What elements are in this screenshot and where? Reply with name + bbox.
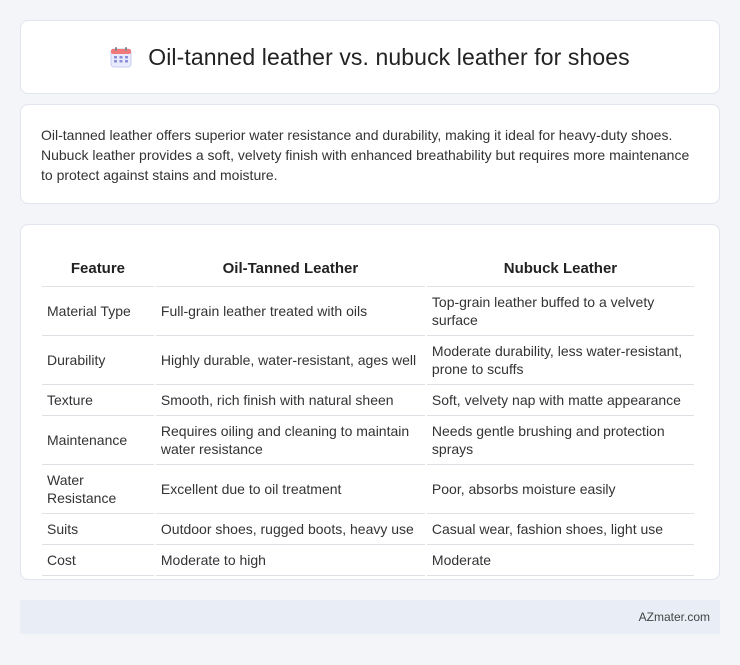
nubuck-cell: Needs gentle brushing and protection spr… [426,416,694,465]
summary-card: Oil-tanned leather offers superior water… [20,104,720,204]
footer-site-link[interactable]: AZmater.com [639,610,710,624]
comparison-table: Feature Oil-Tanned Leather Nubuck Leathe… [40,243,696,576]
nubuck-cell: Moderate [426,545,694,576]
table-row: Maintenance Requires oiling and cleaning… [42,416,694,465]
table-header-row: Feature Oil-Tanned Leather Nubuck Leathe… [42,243,694,287]
nubuck-cell: Moderate durability, less water-resistan… [426,336,694,385]
table-row: Texture Smooth, rich finish with natural… [42,385,694,416]
oil-tanned-cell: Excellent due to oil treatment [155,465,425,514]
nubuck-cell: Top-grain leather buffed to a velvety su… [426,287,694,336]
oil-tanned-cell: Highly durable, water-resistant, ages we… [155,336,425,385]
feature-cell: Suits [42,514,154,545]
nubuck-cell: Soft, velvety nap with matte appearance [426,385,694,416]
column-header-nubuck: Nubuck Leather [426,243,694,287]
summary-text: Oil-tanned leather offers superior water… [41,127,690,183]
nubuck-cell: Casual wear, fashion shoes, light use [426,514,694,545]
table-row: Suits Outdoor shoes, rugged boots, heavy… [42,514,694,545]
calendar-icon [110,46,132,68]
nubuck-cell: Poor, absorbs moisture easily [426,465,694,514]
feature-cell: Texture [42,385,154,416]
column-header-oil-tanned: Oil-Tanned Leather [155,243,425,287]
page-title: Oil-tanned leather vs. nubuck leather fo… [148,43,630,70]
feature-cell: Durability [42,336,154,385]
feature-cell: Water Resistance [42,465,154,514]
table-card: Feature Oil-Tanned Leather Nubuck Leathe… [20,224,720,580]
footer: AZmater.com [20,600,720,634]
feature-cell: Cost [42,545,154,576]
oil-tanned-cell: Outdoor shoes, rugged boots, heavy use [155,514,425,545]
title-card: Oil-tanned leather vs. nubuck leather fo… [20,20,720,94]
table-row: Durability Highly durable, water-resista… [42,336,694,385]
column-header-feature: Feature [42,243,154,287]
table-row: Water Resistance Excellent due to oil tr… [42,465,694,514]
oil-tanned-cell: Requires oiling and cleaning to maintain… [155,416,425,465]
oil-tanned-cell: Smooth, rich finish with natural sheen [155,385,425,416]
oil-tanned-cell: Full-grain leather treated with oils [155,287,425,336]
oil-tanned-cell: Moderate to high [155,545,425,576]
feature-cell: Maintenance [42,416,154,465]
table-row: Cost Moderate to high Moderate [42,545,694,576]
feature-cell: Material Type [42,287,154,336]
title-wrap: Oil-tanned leather vs. nubuck leather fo… [110,44,630,71]
table-row: Material Type Full-grain leather treated… [42,287,694,336]
